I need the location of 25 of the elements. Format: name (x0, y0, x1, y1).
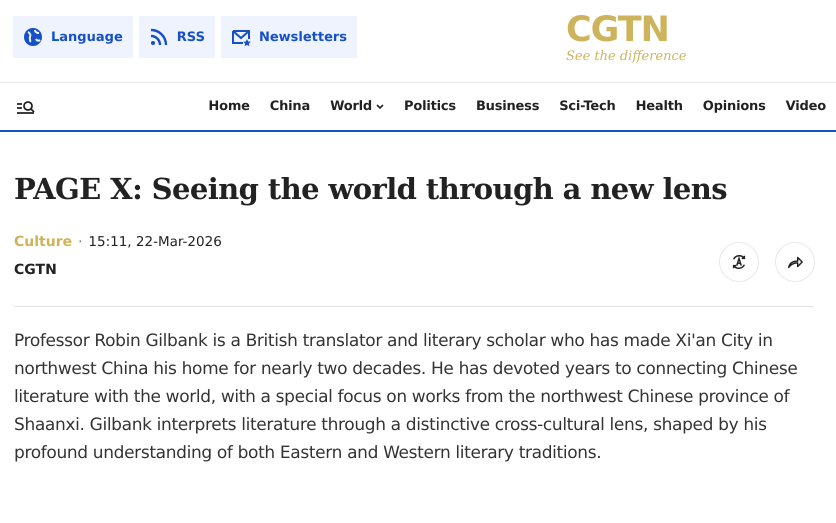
nav-link[interactable]: Opinions (692, 99, 776, 114)
share-button[interactable] (775, 242, 815, 282)
nav-link[interactable]: Sci-Tech (549, 99, 626, 114)
nav-link[interactable]: Video (776, 99, 826, 114)
globe-icon (23, 27, 43, 47)
envelope-star-icon (230, 27, 251, 47)
source-label: CGTN (14, 262, 58, 278)
header-link-button[interactable]: RSS (138, 16, 215, 58)
article-title: PAGE X: Seeing the world through a new lens (14, 172, 728, 206)
separator: · (78, 234, 82, 250)
nav-link[interactable]: China (260, 99, 320, 114)
nav-link[interactable]: Health (626, 99, 693, 114)
article-paragraph: Professor Robin Gilbank is a British translator and literary scholar who has made Xi'an City in northwest China his home for nearly two decades. He has devoted years to connecting Chinese literature with the world, with a special focus on works from the northwest Chinese province of Shaanxi. Gilbank interprets literature through a distinctive cross-cultural lens, shaped by his profound understanding of both Eastern and Western literary traditions. (14, 330, 798, 465)
nav-link[interactable]: Business (466, 99, 550, 114)
nav-link[interactable]: Politics (394, 99, 466, 114)
timestamp: 15:11, 22-Mar-2026 (88, 234, 222, 250)
rss-icon (148, 27, 169, 47)
translate-button[interactable] (719, 242, 759, 282)
nav-link[interactable]: World (320, 99, 394, 114)
logo-tagline: See the difference (566, 48, 686, 66)
header-link-button[interactable]: Newsletters (220, 16, 358, 58)
nav-link[interactable]: Home (198, 99, 260, 114)
header-link-button[interactable]: Language (13, 16, 133, 58)
search-menu-icon[interactable] (16, 98, 36, 114)
translate-icon (730, 253, 748, 271)
